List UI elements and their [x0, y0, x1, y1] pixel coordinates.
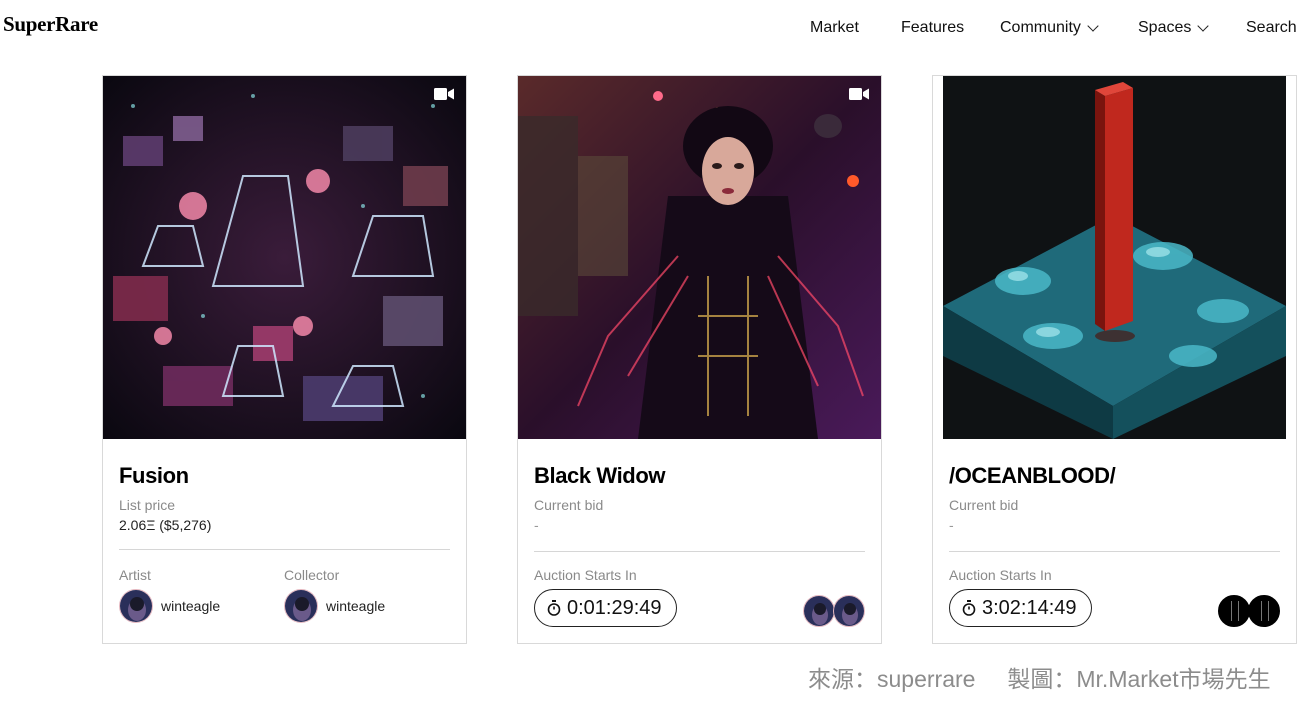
divider	[119, 549, 450, 550]
card-details: /OCEANBLOOD/ Current bid - Auction Start…	[949, 439, 1280, 627]
auction-timer: 0:01:29:49	[534, 589, 677, 627]
nav-features[interactable]: Features	[901, 19, 964, 37]
divider	[534, 551, 865, 552]
avatar	[284, 589, 318, 623]
bid-value: -	[949, 517, 954, 533]
avatar	[1248, 595, 1280, 627]
auction-starts-label: Auction Starts In	[949, 567, 1052, 583]
nav-search-label: Search	[1246, 19, 1297, 36]
video-camera-icon	[849, 88, 869, 100]
collector-label: Collector	[284, 567, 340, 583]
timer-value: 3:02:14:49	[982, 596, 1077, 619]
video-camera-icon	[434, 88, 454, 100]
price-value: 2.06Ξ ($5,276)	[119, 517, 212, 533]
top-nav: Market Features Community Spaces Search	[0, 19, 1305, 43]
artwork-image[interactable]	[103, 76, 466, 439]
stopwatch-icon	[962, 600, 976, 616]
artwork-title[interactable]: /OCEANBLOOD/	[949, 463, 1280, 489]
artwork-image[interactable]	[933, 76, 1296, 439]
avatar	[833, 595, 865, 627]
nav-spaces[interactable]: Spaces	[1138, 19, 1210, 37]
chevron-down-icon	[1087, 19, 1099, 32]
collector-user[interactable]: winteagle	[284, 589, 385, 623]
auction-starts-label: Auction Starts In	[534, 567, 637, 583]
owner-avatars[interactable]	[803, 595, 865, 627]
source-caption: 來源：superrare 製圖：Mr.Market市場先生	[808, 666, 1271, 692]
timer-value: 0:01:29:49	[567, 596, 662, 619]
nav-market-label: Market	[810, 19, 859, 36]
card-details: Fusion List price 2.06Ξ ($5,276) Artist …	[119, 439, 450, 623]
avatar	[803, 595, 835, 627]
collector-name: winteagle	[326, 598, 386, 614]
bid-value: -	[534, 517, 539, 533]
nav-market[interactable]: Market	[810, 19, 859, 37]
divider	[949, 551, 1280, 552]
stopwatch-icon	[547, 600, 561, 616]
artwork-image[interactable]	[518, 76, 881, 439]
nav-search[interactable]: Search	[1246, 19, 1297, 37]
artist-label: Artist	[119, 567, 151, 583]
avatar	[119, 589, 153, 623]
artist-name: winteagle	[161, 598, 221, 614]
owner-avatars[interactable]	[1218, 595, 1280, 627]
avatar	[1218, 595, 1250, 627]
nav-spaces-label: Spaces	[1138, 19, 1192, 36]
chevron-down-icon	[1197, 19, 1210, 32]
nav-community-label: Community	[1000, 19, 1081, 36]
card-details: Black Widow Current bid - Auction Starts…	[534, 439, 865, 627]
bid-label: Current bid	[949, 497, 1019, 513]
bid-label: Current bid	[534, 497, 604, 513]
price-label: List price	[119, 497, 176, 513]
artwork-card-black-widow[interactable]: Black Widow Current bid - Auction Starts…	[517, 75, 882, 644]
nav-features-label: Features	[901, 19, 965, 36]
auction-timer: 3:02:14:49	[949, 589, 1092, 627]
artwork-title[interactable]: Fusion	[119, 463, 450, 489]
artist-user[interactable]: winteagle	[119, 589, 220, 623]
artwork-card-fusion[interactable]: Fusion List price 2.06Ξ ($5,276) Artist …	[102, 75, 467, 644]
artwork-title[interactable]: Black Widow	[534, 463, 865, 489]
nav-community[interactable]: Community	[1000, 19, 1099, 37]
artwork-card-oceanblood[interactable]: /OCEANBLOOD/ Current bid - Auction Start…	[932, 75, 1297, 644]
